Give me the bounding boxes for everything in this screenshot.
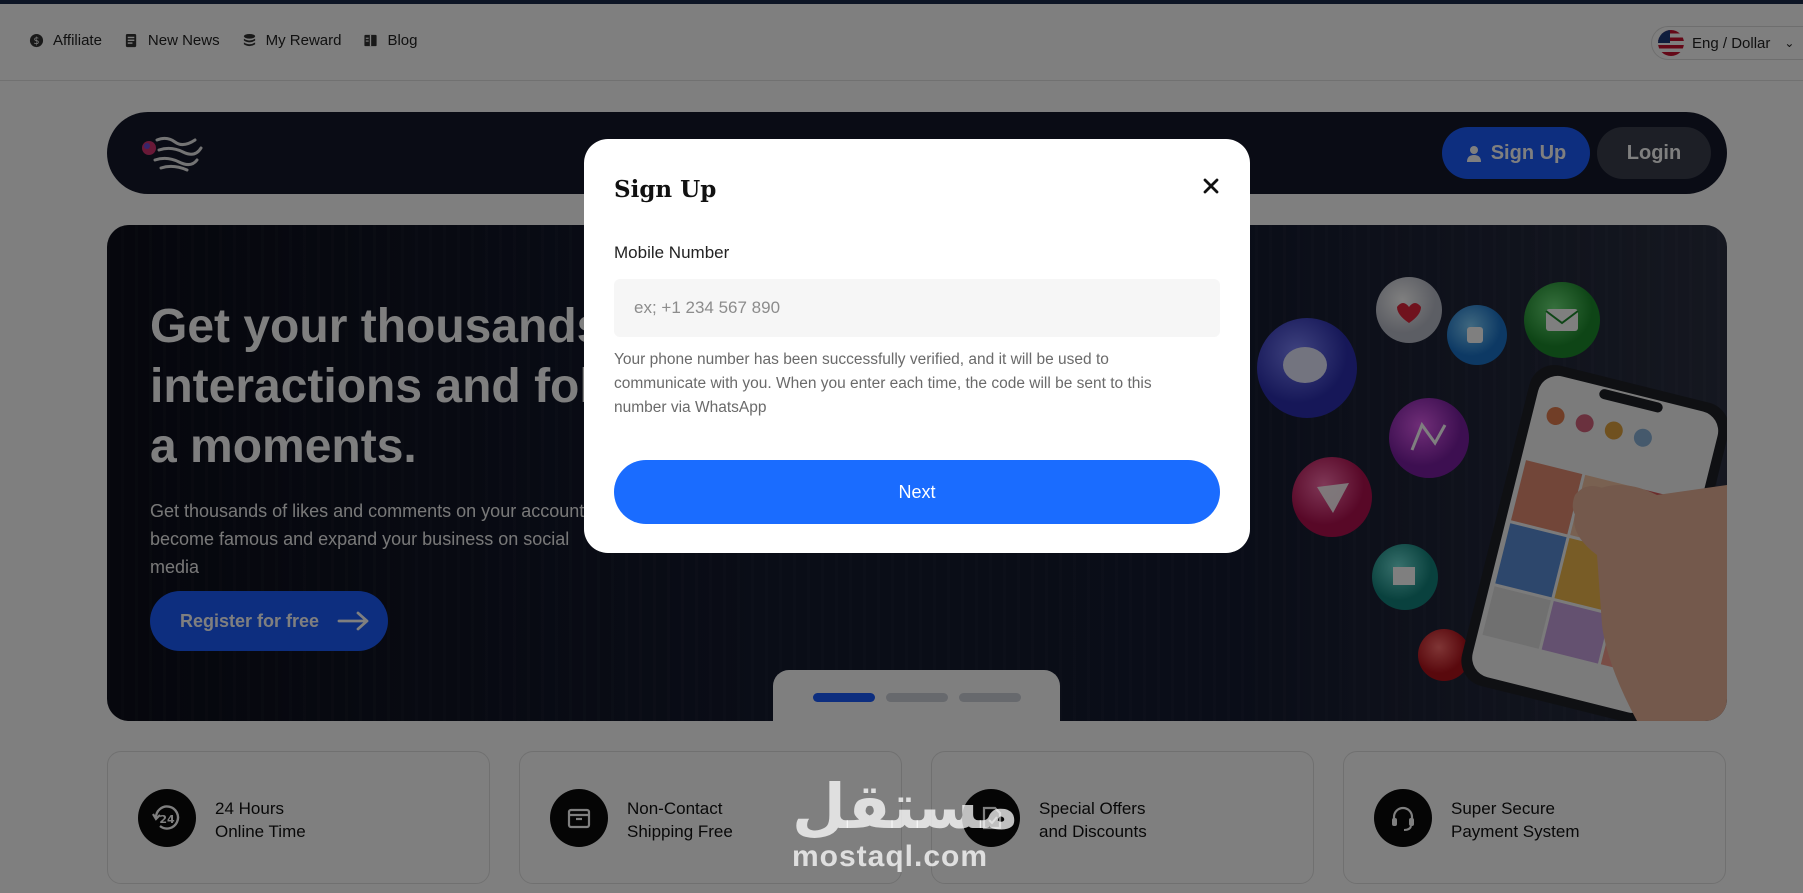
signup-modal: Sign Up Mobile Number Your phone number …	[584, 139, 1250, 553]
watermark-latin: mostaql.com	[792, 840, 989, 873]
watermark: مستقل mostaql.com	[792, 770, 1021, 880]
next-button[interactable]: Next	[614, 460, 1220, 524]
mobile-number-input[interactable]	[614, 279, 1220, 337]
mobile-number-label: Mobile Number	[614, 243, 730, 262]
modal-title: Sign Up	[614, 176, 717, 203]
close-icon[interactable]	[1200, 175, 1222, 197]
watermark-arabic: مستقل	[792, 770, 1021, 843]
verification-note: Your phone number has been successfully …	[614, 351, 1152, 416]
